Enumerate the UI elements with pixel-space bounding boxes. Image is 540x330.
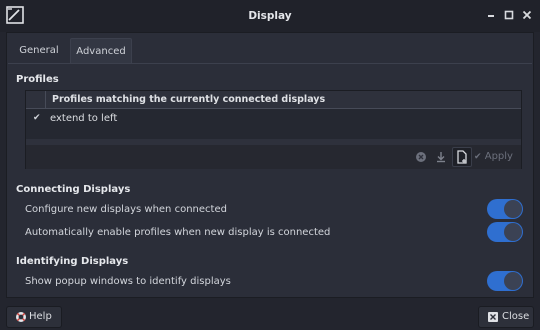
apply-label: Apply — [484, 151, 513, 162]
minimize-icon[interactable] — [484, 8, 498, 22]
toggle-knob — [504, 200, 522, 218]
window-title: Display — [248, 10, 292, 22]
remove-icon — [416, 152, 426, 162]
new-profile-button[interactable] — [452, 147, 472, 167]
apply-profile-button[interactable]: ✔ Apply — [474, 147, 521, 167]
maximize-icon[interactable] — [502, 8, 516, 22]
profiles-column-header-label: Profiles matching the currently connecte… — [52, 94, 326, 105]
toggle-knob — [504, 272, 522, 290]
close-label: Close — [502, 311, 530, 322]
download-icon — [437, 152, 445, 163]
configure-new-displays-label: Configure new displays when connected — [25, 204, 227, 215]
auto-enable-profiles-label: Automatically enable profiles when new d… — [25, 227, 331, 238]
toggle-knob — [504, 223, 522, 241]
close-button[interactable]: Close — [478, 306, 534, 328]
auto-enable-profiles-toggle[interactable] — [487, 222, 523, 242]
tab-advanced[interactable]: Advanced — [70, 38, 132, 63]
new-document-icon — [457, 150, 467, 164]
identifying-section-title: Identifying Displays — [16, 256, 129, 267]
tab-general[interactable]: General — [10, 38, 68, 63]
checkmark-icon: ✔ — [33, 113, 41, 123]
close-window-icon[interactable] — [520, 8, 534, 22]
column-separator — [45, 91, 46, 109]
profile-name: extend to left — [50, 113, 118, 124]
apply-check-icon: ✔ — [474, 152, 482, 162]
help-label: Help — [29, 311, 52, 322]
close-icon — [488, 312, 498, 322]
help-button[interactable]: Help — [6, 306, 62, 328]
connecting-section-title: Connecting Displays — [16, 184, 131, 195]
show-popup-label: Show popup windows to identify displays — [25, 276, 231, 287]
remove-profile-button[interactable] — [411, 147, 431, 167]
save-profile-button[interactable] — [431, 147, 451, 167]
show-popup-toggle[interactable] — [487, 271, 523, 291]
lifebuoy-icon — [16, 312, 26, 322]
configure-new-displays-toggle[interactable] — [487, 199, 523, 219]
profiles-section-title: Profiles — [16, 74, 59, 85]
